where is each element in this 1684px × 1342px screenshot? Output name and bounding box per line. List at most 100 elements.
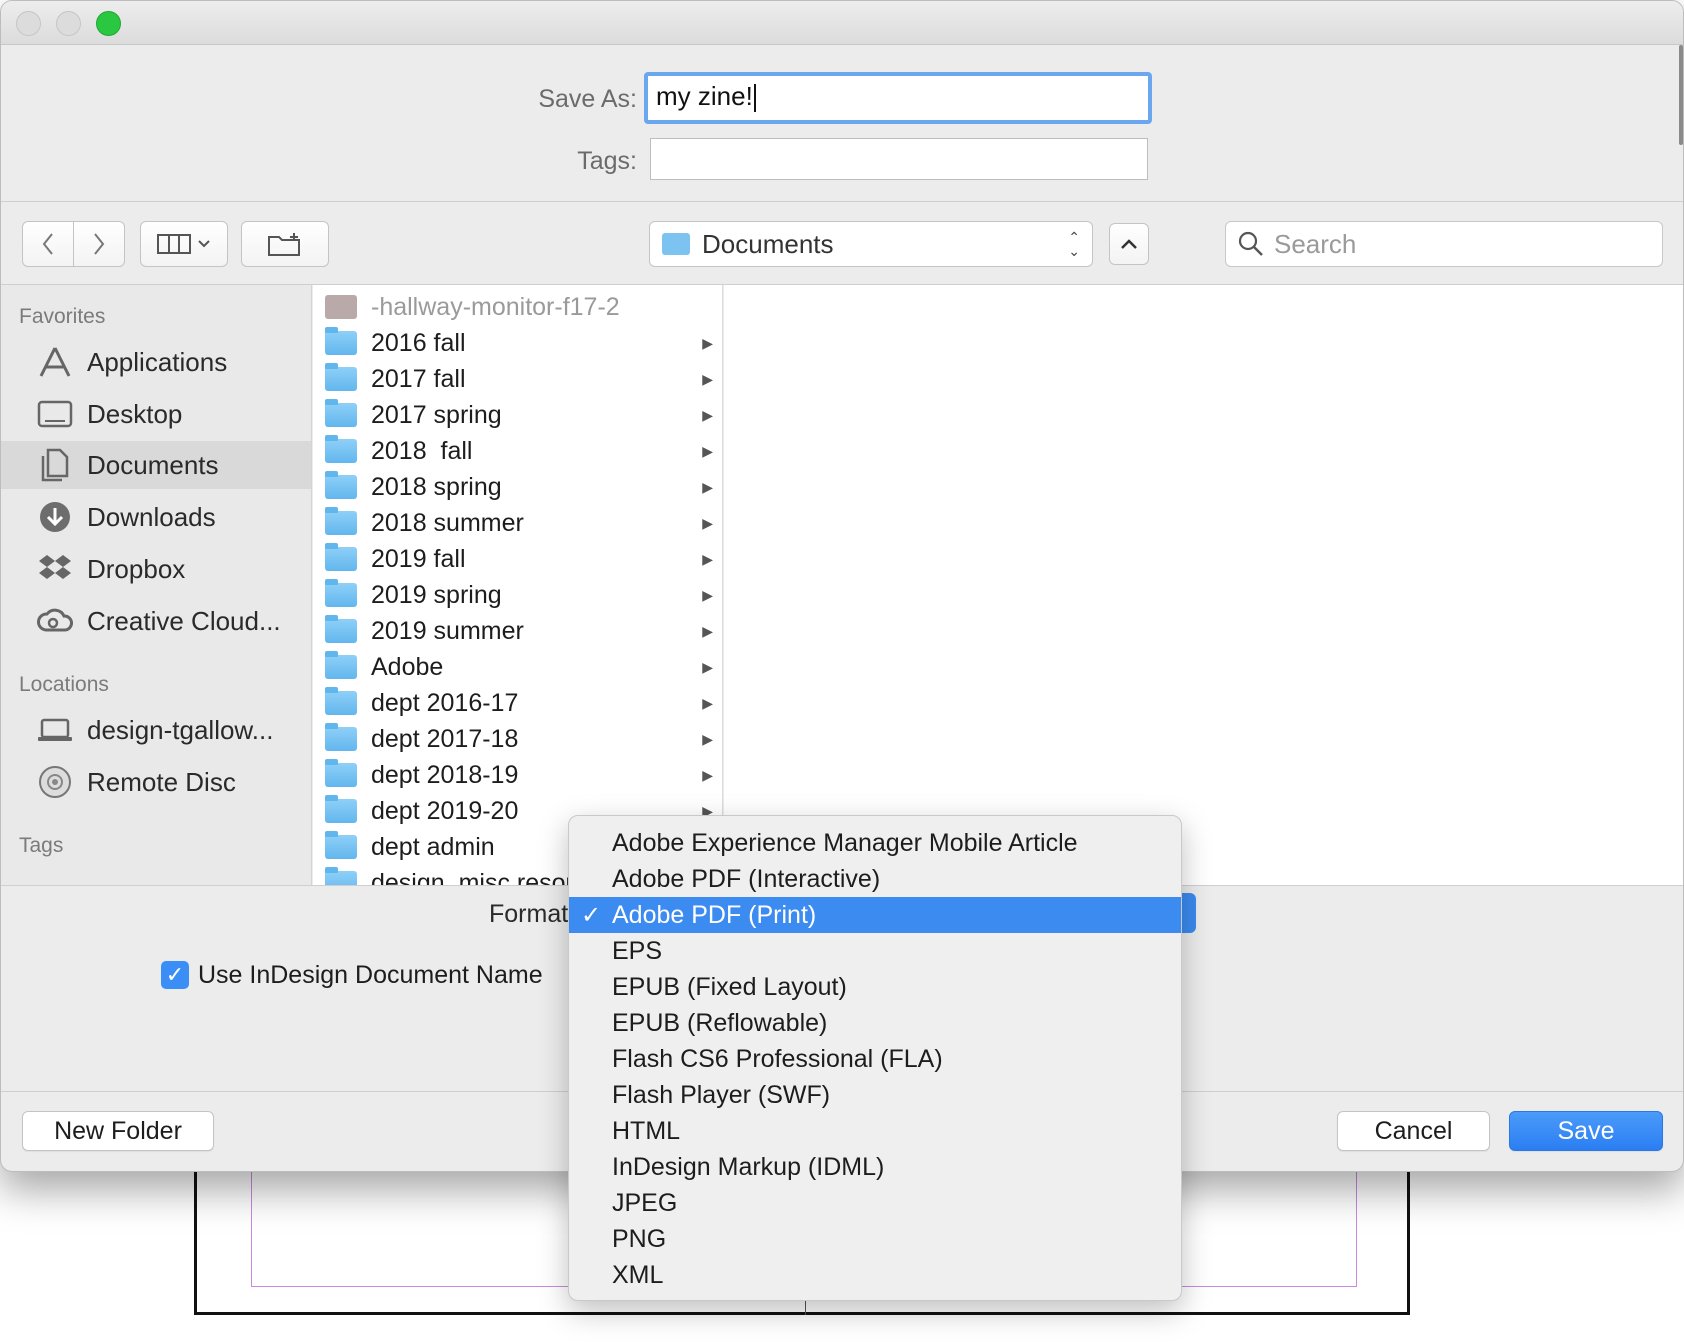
folder-name: Adobe — [371, 652, 444, 681]
folder-row[interactable]: 2018 summer ▶ — [313, 505, 722, 541]
format-option[interactable]: EPUB (Reflowable) — [569, 1005, 1181, 1041]
view-mode-button[interactable] — [140, 221, 228, 267]
folder-icon — [325, 471, 357, 499]
format-option[interactable]: InDesign Markup (IDML) — [569, 1149, 1181, 1185]
chevron-right-icon — [94, 233, 105, 255]
up-down-arrows-icon: ⌃ ⌄ — [1068, 229, 1080, 259]
format-option[interactable]: Adobe Experience Manager Mobile Article — [569, 825, 1181, 861]
folder-row[interactable]: 2017 spring ▶ — [313, 397, 722, 433]
disclosure-arrow-icon: ▶ — [702, 334, 713, 351]
sidebar-item-creative-cloud[interactable]: Creative Cloud... — [1, 597, 311, 645]
folder-row[interactable]: 2019 summer ▶ — [313, 613, 722, 649]
folder-name: 2018 spring — [371, 472, 502, 501]
location-popup[interactable]: Documents ⌃ ⌄ — [649, 221, 1093, 267]
search-field[interactable]: Search — [1225, 221, 1663, 267]
forward-button[interactable] — [73, 221, 125, 267]
sidebar-item-computer[interactable]: design-tgallow... — [1, 706, 311, 754]
sidebar-item-label: design-tgallow... — [87, 714, 274, 745]
disclosure-arrow-icon: ▶ — [702, 766, 713, 783]
sidebar-item-downloads[interactable]: Downloads — [1, 493, 311, 541]
downloads-icon — [37, 500, 73, 534]
format-option[interactable]: Adobe PDF (Interactive) — [569, 861, 1181, 897]
format-option[interactable]: EPS — [569, 933, 1181, 969]
folder-name: dept 2019-20 — [371, 796, 519, 825]
folder-row[interactable]: 2018 spring ▶ — [313, 469, 722, 505]
chevron-down-icon — [198, 240, 210, 248]
sidebar-item-dropbox[interactable]: Dropbox — [1, 545, 311, 593]
format-option[interactable]: HTML — [569, 1113, 1181, 1149]
file-name: -hallway-monitor-f17-2 — [371, 292, 620, 321]
disclosure-arrow-icon: ▶ — [702, 478, 713, 495]
folder-row[interactable]: 2016 fall ▶ — [313, 325, 722, 361]
folder-icon — [325, 759, 357, 787]
format-option-label: Adobe PDF (Print) — [612, 900, 817, 929]
save-as-value: my zine! — [656, 81, 753, 111]
folder-icon — [325, 543, 357, 571]
format-option[interactable]: JPEG — [569, 1185, 1181, 1221]
folder-row[interactable]: 2019 fall ▶ — [313, 541, 722, 577]
disclosure-arrow-icon: ▶ — [702, 694, 713, 711]
folder-name: dept 2018-19 — [371, 760, 519, 789]
cancel-button[interactable]: Cancel — [1337, 1111, 1490, 1151]
search-icon — [1238, 231, 1263, 256]
folder-row[interactable]: 2017 fall ▶ — [313, 361, 722, 397]
folder-icon — [325, 579, 357, 607]
file-row[interactable]: -hallway-monitor-f17-2 — [313, 289, 722, 325]
format-option-selected[interactable]: ✓ Adobe PDF (Print) — [569, 897, 1181, 933]
sidebar-item-applications[interactable]: Applications — [1, 338, 311, 386]
save-as-input[interactable]: my zine! — [644, 72, 1152, 124]
disc-icon — [37, 765, 73, 799]
minimize-window-button[interactable] — [56, 11, 81, 36]
disclosure-arrow-icon: ▶ — [702, 406, 713, 423]
folder-row[interactable]: Adobe ▶ — [313, 649, 722, 685]
format-option[interactable]: PNG — [569, 1221, 1181, 1257]
locations-header: Locations — [19, 673, 109, 696]
search-placeholder: Search — [1274, 228, 1357, 259]
close-window-button[interactable] — [16, 11, 41, 36]
zoom-window-button[interactable] — [96, 11, 121, 36]
folder-name: 2017 spring — [371, 400, 502, 429]
sidebar-item-desktop[interactable]: Desktop — [1, 390, 311, 438]
disclosure-arrow-icon: ▶ — [702, 586, 713, 603]
save-button[interactable]: Save — [1509, 1111, 1663, 1151]
folder-row[interactable]: dept 2017-18 ▶ — [313, 721, 722, 757]
sidebar-item-label: Downloads — [87, 501, 216, 532]
tags-label: Tags: — [577, 147, 637, 175]
sidebar-item-remote-disc[interactable]: Remote Disc — [1, 758, 311, 806]
sidebar-item-label: Desktop — [87, 398, 183, 429]
folder-row[interactable]: 2018 fall ▶ — [313, 433, 722, 469]
folder-name: design_misc resou — [371, 868, 580, 886]
folder-row[interactable]: dept 2016-17 ▶ — [313, 685, 722, 721]
folder-row[interactable]: dept 2018-19 ▶ — [313, 757, 722, 793]
disclosure-arrow-icon: ▶ — [702, 514, 713, 531]
file-column: -hallway-monitor-f17-2 2016 fall ▶ 2017 f… — [313, 285, 723, 885]
tags-header: Tags — [19, 834, 64, 857]
format-popup-edge — [1182, 893, 1196, 933]
window-scrollbar[interactable] — [1679, 45, 1683, 145]
use-document-name-checkbox[interactable]: ✓ — [161, 961, 189, 989]
folder-icon — [325, 435, 357, 463]
folder-name: 2019 spring — [371, 580, 502, 609]
folder-icon — [325, 723, 357, 751]
format-option[interactable]: EPUB (Fixed Layout) — [569, 969, 1181, 1005]
back-button[interactable] — [22, 221, 74, 267]
format-option[interactable]: Flash CS6 Professional (FLA) — [569, 1041, 1181, 1077]
tags-input[interactable] — [650, 138, 1148, 180]
format-option[interactable]: Flash Player (SWF) — [569, 1077, 1181, 1113]
folder-name: 2018 summer — [371, 508, 524, 537]
creative-cloud-icon — [37, 604, 73, 638]
folder-name: dept 2016-17 — [371, 688, 519, 717]
folder-name: 2016 fall — [371, 328, 466, 357]
folder-row[interactable]: 2019 spring ▶ — [313, 577, 722, 613]
new-folder-toolbar-button[interactable] — [241, 221, 329, 267]
documents-icon — [37, 448, 73, 482]
format-option[interactable]: XML — [569, 1257, 1181, 1293]
folder-icon — [325, 327, 357, 355]
folder-icon — [325, 867, 357, 885]
folder-name: 2019 fall — [371, 544, 466, 573]
sidebar-item-documents[interactable]: Documents — [1, 441, 311, 489]
new-folder-button[interactable]: New Folder — [22, 1111, 214, 1151]
expand-collapse-button[interactable] — [1109, 223, 1149, 265]
favorites-header: Favorites — [19, 305, 106, 328]
preview-column — [724, 285, 1683, 885]
